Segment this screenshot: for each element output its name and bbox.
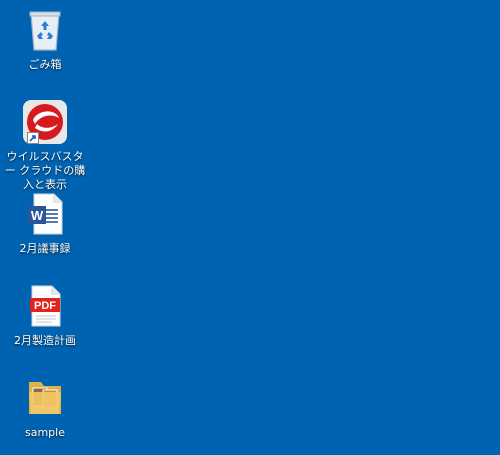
desktop-icon-label: sample (25, 426, 65, 439)
recycle-bin-icon (21, 6, 69, 54)
desktop-icon-word-doc[interactable]: W 2月議事録 (2, 190, 88, 256)
pdf-badge-text: PDF (34, 300, 56, 312)
shortcut-arrow-icon (27, 132, 39, 144)
desktop-icon-sample-folder[interactable]: sample (2, 374, 88, 440)
virus-buster-shortcut-icon (21, 98, 69, 146)
desktop-icon-recycle-bin[interactable]: ごみ箱 (2, 6, 88, 72)
desktop-icon-label: ウイルスバスター クラウドの購入と表示 (4, 150, 86, 191)
desktop-icon-pdf-doc[interactable]: PDF 2月製造計画 (2, 282, 88, 348)
word-badge-text: W (31, 208, 44, 223)
desktop-icon-label: 2月製造計画 (14, 334, 76, 347)
desktop-icon-label: 2月議事録 (19, 242, 71, 255)
pdf-document-icon: PDF (21, 282, 69, 330)
folder-icon (21, 374, 69, 422)
desktop-icon-virus-buster[interactable]: ウイルスバスター クラウドの購入と表示 (2, 98, 88, 192)
desktop-icon-label: ごみ箱 (28, 58, 62, 71)
word-document-icon: W (21, 190, 69, 238)
desktop[interactable]: ごみ箱 ウイルスバスター クラウドの購入と表示 W 2月議事録 PDF 2月製造… (0, 0, 500, 455)
